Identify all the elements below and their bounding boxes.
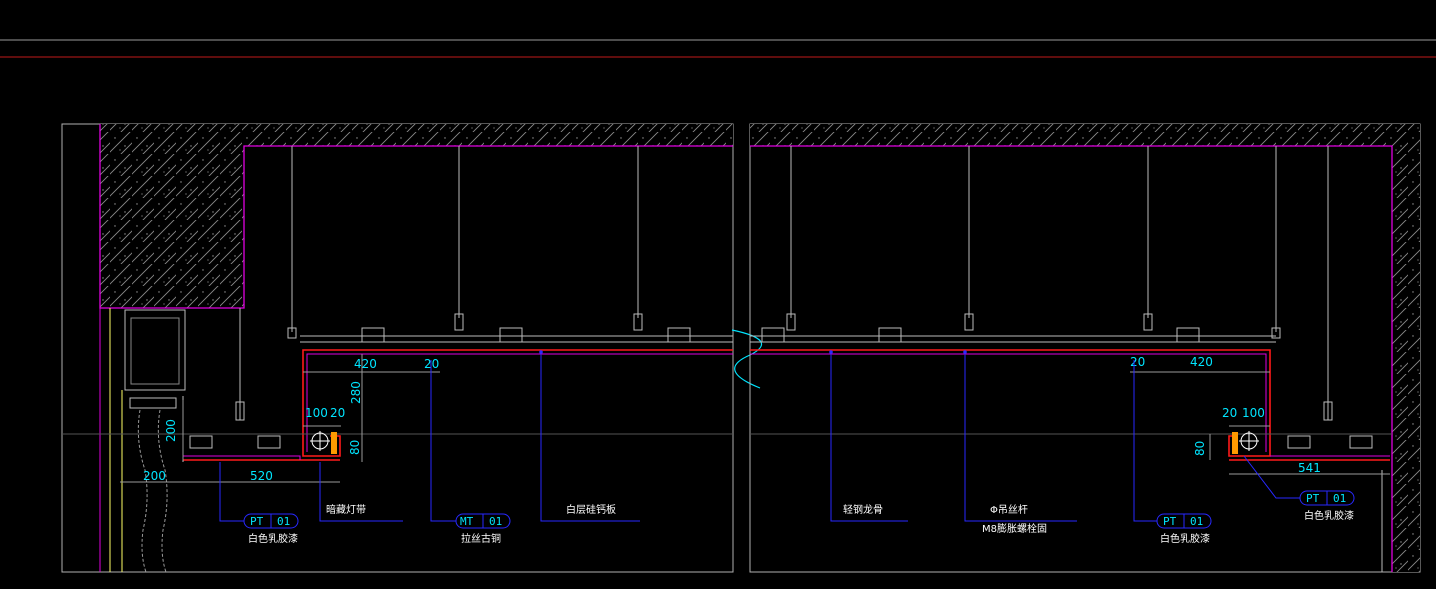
material-tag: PT 01 白色乳胶漆 bbox=[243, 513, 299, 545]
break-line-symbol bbox=[731, 329, 762, 389]
tag-number: 01 bbox=[1333, 492, 1346, 505]
dim-right-20-top: 20 bbox=[1130, 355, 1145, 369]
note-gypsum-board: 白层硅钙板 bbox=[566, 503, 616, 516]
tag-code: PT bbox=[1306, 492, 1320, 505]
light-strip bbox=[331, 432, 337, 454]
left-ceiling-slab bbox=[244, 124, 733, 146]
material-tag: PT 01 白色乳胶漆 bbox=[1299, 490, 1355, 522]
tag-number: 01 bbox=[489, 515, 502, 528]
right-leader-dot-2 bbox=[963, 350, 967, 354]
tag-code: PT bbox=[1163, 515, 1177, 528]
right-ceiling-slab bbox=[750, 124, 1420, 146]
dim-left-200-v: 200 bbox=[164, 419, 178, 442]
tag-description: 白色乳胶漆 bbox=[248, 532, 298, 545]
dim-left-100: 100 bbox=[305, 406, 328, 420]
window-inner-frame bbox=[130, 317, 180, 385]
dim-left-520: 520 bbox=[250, 469, 273, 483]
leader-dot bbox=[539, 350, 543, 354]
window-frame bbox=[124, 309, 186, 391]
right-ceiling-inner bbox=[750, 353, 1267, 452]
cad-drawing: 420 20 280 100 20 80 200 200 520 20 420 … bbox=[0, 39, 1436, 573]
note-steel-keel: 轻钢龙骨 bbox=[843, 503, 883, 516]
material-tag: MT 01 拉丝古铜 bbox=[455, 513, 511, 545]
dim-left-20-top: 20 bbox=[424, 357, 439, 371]
dim-left-20-small: 20 bbox=[330, 406, 345, 420]
dim-left-80: 80 bbox=[348, 440, 362, 455]
tag-number: 01 bbox=[277, 515, 290, 528]
dim-left-280: 280 bbox=[349, 381, 363, 404]
curtain-track bbox=[129, 397, 177, 409]
left-keel-clips bbox=[189, 327, 691, 449]
dim-right-541: 541 bbox=[1298, 461, 1321, 475]
left-hanger-rods bbox=[239, 146, 639, 420]
left-wall-block bbox=[100, 124, 244, 308]
tag-description: 白色乳胶漆 bbox=[1160, 532, 1210, 545]
left-leaders bbox=[219, 352, 640, 522]
note-hanger-rod: Φ吊丝杆 bbox=[990, 504, 1028, 516]
note-hidden-light: 暗藏灯带 bbox=[326, 503, 366, 516]
dim-left-420: 420 bbox=[354, 357, 377, 371]
dim-left-200-h: 200 bbox=[143, 469, 166, 483]
dim-right-20-small: 20 bbox=[1222, 406, 1237, 420]
right-wall-block bbox=[1392, 146, 1420, 572]
tag-description: 拉丝古铜 bbox=[461, 532, 501, 545]
right-leader-dot bbox=[829, 350, 833, 354]
tag-description: 白色乳胶漆 bbox=[1304, 509, 1354, 522]
right-hanger-rods bbox=[790, 146, 1329, 420]
dim-right-100: 100 bbox=[1242, 406, 1265, 420]
tag-code: PT bbox=[250, 515, 264, 528]
dim-right-420: 420 bbox=[1190, 355, 1213, 369]
right-keel-clips bbox=[761, 327, 1373, 449]
dim-right-80: 80 bbox=[1193, 441, 1207, 456]
left-section-view: 420 20 280 100 20 80 200 200 520 bbox=[61, 123, 734, 573]
right-hanger-clips bbox=[786, 313, 1333, 421]
note-bolt: M8膨胀螺栓固 bbox=[982, 522, 1047, 535]
tag-code: MT bbox=[460, 515, 474, 528]
left-dimension-lines bbox=[120, 354, 440, 483]
material-tag: PT 01 白色乳胶漆 bbox=[1156, 513, 1212, 545]
tag-number: 01 bbox=[1190, 515, 1203, 528]
right-dimension-lines bbox=[1130, 371, 1390, 475]
right-light-strip bbox=[1232, 432, 1238, 454]
